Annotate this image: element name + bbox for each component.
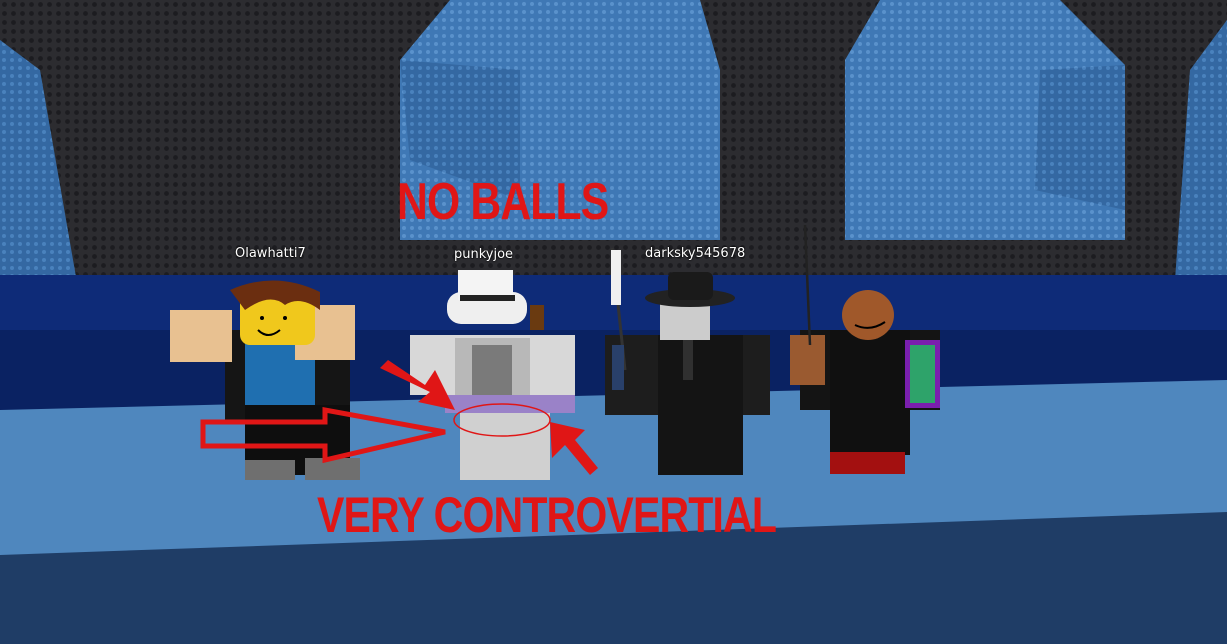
nametag-punkyjoe: punkyjoe <box>454 247 514 262</box>
nametag-olawhatti7: Olawhatti7 <box>235 246 306 261</box>
arena-background <box>0 0 1227 644</box>
nametag-darksky545678: darksky545678 <box>645 246 746 261</box>
caption-very-controvertial: VERY CONTROVERTIAL <box>317 487 777 543</box>
caption-no-balls: NO BALLS <box>397 173 609 231</box>
game-viewport[interactable]: Olawhatti7 punkyjoe darksky545678 NO BAL… <box>0 0 1227 644</box>
